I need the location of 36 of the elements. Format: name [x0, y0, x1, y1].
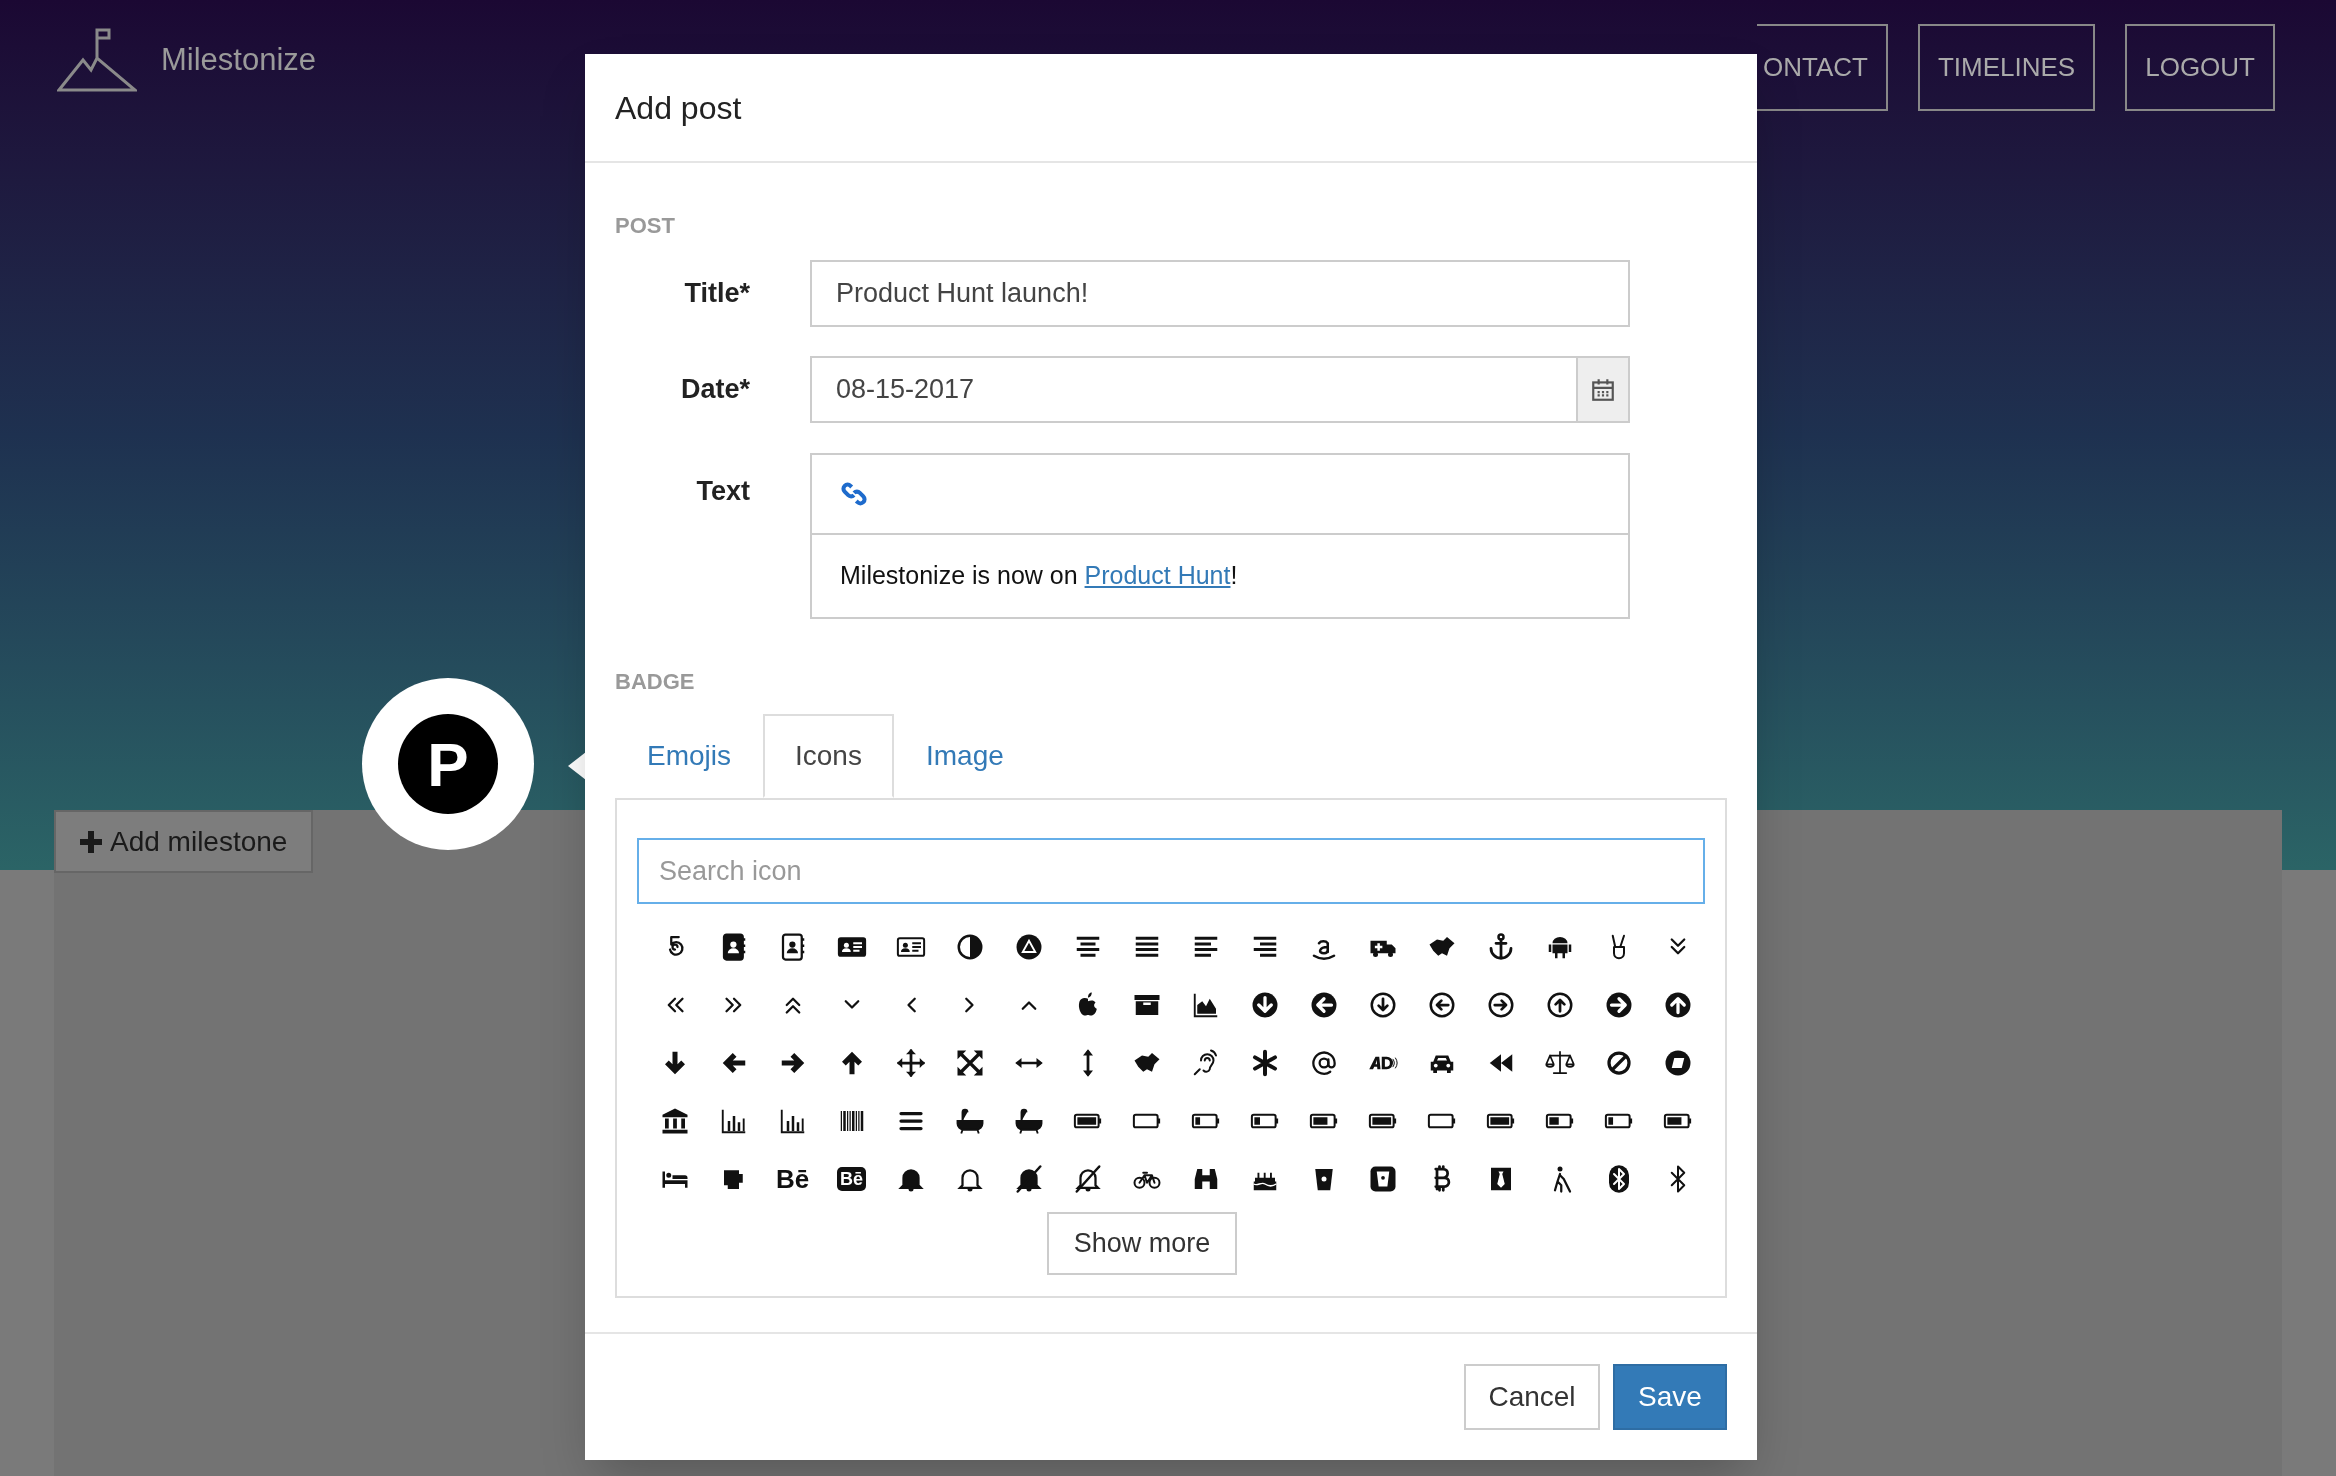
nav-link[interactable]: TIMELINES	[1917, 24, 2096, 111]
cup-icon[interactable]	[1367, 1164, 1398, 1194]
icon-option[interactable]: Bē	[775, 1166, 810, 1192]
show-more-button[interactable]: Show more	[1047, 1212, 1237, 1275]
bathtub-icon[interactable]	[1013, 1106, 1044, 1136]
badge-letter: P	[427, 728, 469, 801]
field-label: Date*	[679, 373, 750, 407]
save-button[interactable]: Save	[1613, 1364, 1727, 1430]
plus-icon	[80, 830, 102, 853]
bell-slash-icon[interactable]	[1072, 1164, 1103, 1194]
link[interactable]: Product Hunt	[1084, 561, 1231, 590]
calendar-button[interactable]	[1578, 356, 1630, 423]
tab[interactable]: Image	[893, 714, 1036, 798]
field-label: Title*	[683, 277, 750, 311]
tab[interactable]: Emojis	[615, 714, 763, 798]
title-input[interactable]: Product Hunt launch!	[810, 260, 1630, 327]
post-text: Milestonize is now on Product Hunt!	[840, 560, 1238, 592]
text-editor[interactable]: Milestonize is now on Product Hunt!	[810, 453, 1630, 619]
app-name: Milestonize	[161, 40, 317, 79]
cancel-button[interactable]: Cancel	[1464, 1364, 1600, 1430]
field-label: Text	[695, 475, 750, 508]
section-heading: BADGE	[615, 668, 696, 696]
link-icon[interactable]	[840, 480, 868, 508]
move-arrows-icon[interactable]	[895, 1048, 926, 1078]
dialog-title: Add post	[615, 88, 742, 128]
nav-link[interactable]: LOGOUT	[2125, 24, 2275, 111]
icon-option[interactable]: Bē	[837, 1167, 866, 1191]
mountain-logo-icon	[57, 28, 137, 92]
date-input[interactable]: 08-15-2017	[810, 356, 1578, 423]
section-heading: POST	[615, 212, 676, 240]
bathtub-icon[interactable]	[954, 1106, 985, 1136]
search-field[interactable]: Search icon	[637, 838, 1705, 904]
add-milestone-button[interactable]: Add milestone	[54, 810, 314, 873]
calendar-icon	[1590, 376, 1616, 403]
bell-slash-icon[interactable]	[1013, 1164, 1044, 1194]
tab[interactable]: Icons	[763, 714, 894, 798]
